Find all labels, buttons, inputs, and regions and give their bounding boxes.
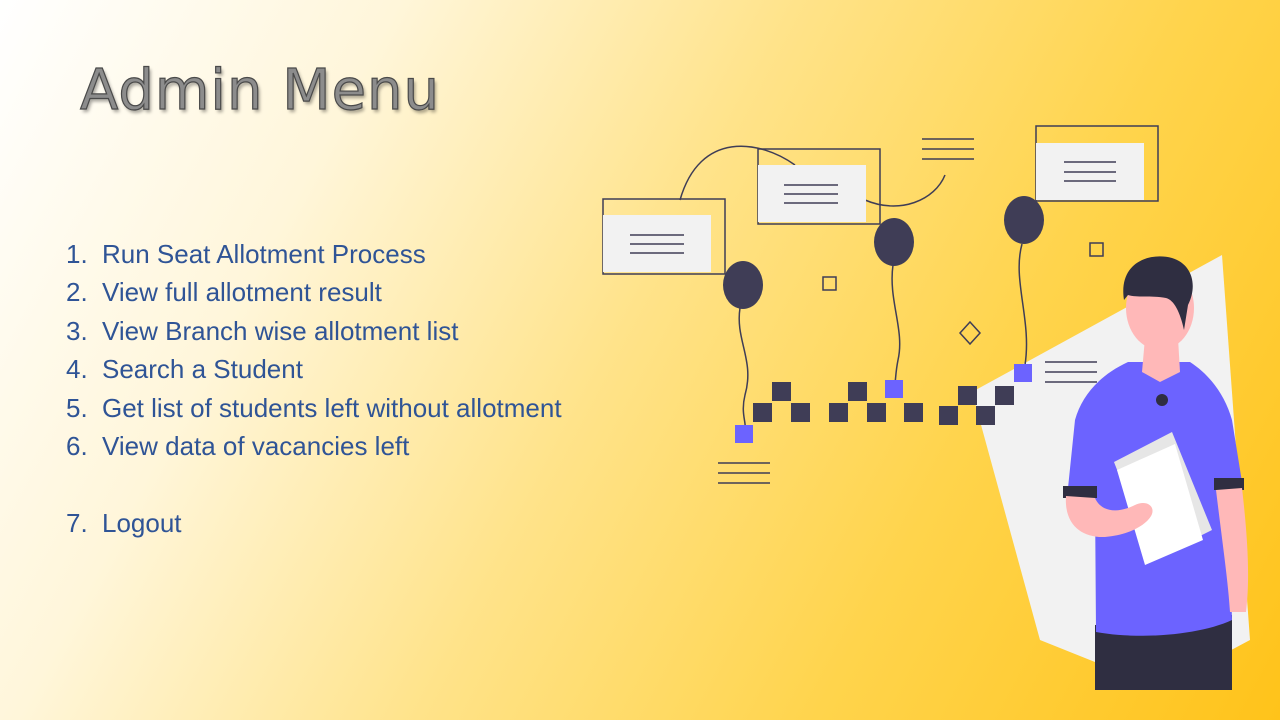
menu-item-logout[interactable]: 7. Logout xyxy=(66,504,666,543)
balloon-icon xyxy=(723,261,763,309)
menu-item-label: View full allotment result xyxy=(102,277,382,308)
menu-item-label: View data of vacancies left xyxy=(102,431,410,462)
menu-item-label: Logout xyxy=(102,507,182,538)
menu-item-vacancies-left[interactable]: 6. View data of vacancies left xyxy=(66,428,666,467)
menu-item-label: View Branch wise allotment list xyxy=(102,315,459,346)
balloon-icon xyxy=(874,218,914,266)
small-square-icon xyxy=(1089,242,1104,257)
menu-item-label: Search a Student xyxy=(102,354,303,385)
menu-item-label: Run Seat Allotment Process xyxy=(102,238,426,269)
page-title: Admin Menu xyxy=(79,57,441,123)
menu-item-number: 1. xyxy=(66,238,88,269)
menu-item-students-without-allotment[interactable]: 5. Get list of students left without all… xyxy=(66,389,666,428)
window-card-middle-icon xyxy=(757,148,881,225)
window-card-left-icon xyxy=(602,198,726,275)
menu-item-number: 6. xyxy=(66,431,88,462)
menu-item-run-seat-allotment[interactable]: 1. Run Seat Allotment Process xyxy=(66,235,666,274)
diamond-icon xyxy=(958,320,982,346)
menu-item-branch-wise-list[interactable]: 3. View Branch wise allotment list xyxy=(66,312,666,351)
menu-item-number: 3. xyxy=(66,315,88,346)
balloon-icon xyxy=(1004,196,1044,244)
menu-item-label: Get list of students left without allotm… xyxy=(102,392,562,423)
menu-item-number: 2. xyxy=(66,277,88,308)
admin-menu-list: 1. Run Seat Allotment Process 2. View fu… xyxy=(66,235,666,543)
menu-item-view-full-allotment[interactable]: 2. View full allotment result xyxy=(66,274,666,313)
menu-item-number: 4. xyxy=(66,354,88,385)
window-card-right-icon xyxy=(1035,125,1159,202)
menu-item-search-student[interactable]: 4. Search a Student xyxy=(66,351,666,390)
small-square-icon xyxy=(822,276,837,291)
menu-item-number: 7. xyxy=(66,507,88,538)
menu-item-number: 5. xyxy=(66,392,88,423)
person-with-balloons-illustration xyxy=(602,125,1250,690)
checker-blocks xyxy=(753,382,1014,425)
